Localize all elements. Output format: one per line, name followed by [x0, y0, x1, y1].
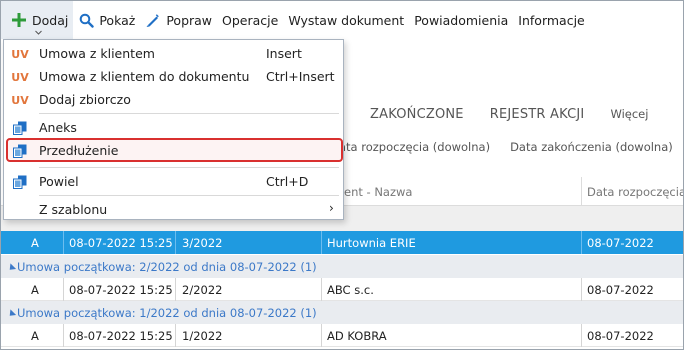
end-date-filter[interactable]: Data zakończenia (dowolna) — [510, 140, 673, 154]
status-cell: A — [31, 329, 39, 343]
menu-item-label: Aneks — [39, 120, 77, 135]
cell-divider — [63, 324, 64, 347]
menu-item-contract-to-document[interactable]: UV Umowa z klientem do dokumentu Ctrl+In… — [4, 65, 343, 88]
cell-divider — [63, 231, 64, 254]
toolbar: Dodaj Pokaż Popraw Operacje Wystaw dokum… — [1, 1, 683, 39]
client-cell: ABC s.c. — [327, 283, 374, 297]
tab-strip: ZAKOŃCZONE REJESTR AKCJI Więcej — [344, 99, 674, 129]
operations-menu-label: Operacje — [222, 12, 279, 28]
group-text: Umowa początkowa: 1/2022 od dnia 08-07-2… — [17, 306, 317, 320]
menu-item-shortcut: Ctrl+D — [266, 174, 309, 189]
start-date-cell: 08-07-2022 — [587, 283, 654, 297]
uv-icon: UV — [11, 70, 29, 84]
tab-more[interactable]: Więcej — [610, 107, 648, 121]
number-cell: 3/2022 — [182, 236, 223, 250]
menu-item-add-bulk[interactable]: UV Dodaj zbiorczo — [4, 88, 343, 111]
menu-item-label: Umowa z klientem do dokumentu — [39, 69, 250, 84]
menu-item-from-template[interactable]: Z szablonu › — [4, 198, 343, 221]
start-date-cell: 08-07-2022 — [587, 329, 654, 343]
cell-divider — [63, 278, 64, 301]
collapse-triangle-icon[interactable] — [6, 263, 17, 273]
group-text: Umowa początkowa: 2/2022 od dnia 08-07-2… — [17, 260, 317, 274]
table-row[interactable]: A 08-07-2022 15:25 1/2022 AD KOBRA 08-07… — [1, 324, 683, 347]
start-date-cell: 08-07-2022 — [587, 236, 654, 250]
add-dropdown-menu: UV Umowa z klientem Insert UV Umowa z kl… — [3, 39, 344, 220]
menu-separator — [39, 195, 339, 196]
cell-divider — [581, 278, 582, 301]
app-window: Dodaj Pokaż Popraw Operacje Wystaw dokum… — [0, 0, 684, 350]
menu-item-duplicate[interactable]: Powiel Ctrl+D — [4, 170, 343, 193]
menu-item-shortcut: Ctrl+Insert — [266, 69, 335, 84]
information-menu[interactable]: Informacje — [513, 1, 589, 39]
search-icon — [78, 12, 94, 28]
operations-menu[interactable]: Operacje — [217, 1, 283, 39]
add-button-label: Dodaj — [32, 12, 69, 28]
number-cell: 2/2022 — [182, 283, 223, 297]
notifications-menu[interactable]: Powiadomienia — [409, 1, 513, 39]
document-copy-icon — [12, 174, 28, 190]
date-cell: 08-07-2022 15:25 — [69, 236, 173, 250]
pencil-icon — [145, 12, 161, 28]
filter-bar: ata rozpoczęcia (dowolna) Data zakończen… — [331, 129, 683, 165]
start-date-filter[interactable]: ata rozpoczęcia (dowolna) — [339, 140, 490, 154]
add-button[interactable]: Dodaj — [1, 1, 74, 39]
show-button-label: Pokaż — [99, 12, 136, 28]
uv-icon: UV — [11, 93, 29, 107]
plus-icon — [11, 12, 27, 28]
column-header-start-date[interactable]: Data rozpoczęcia — [587, 185, 683, 199]
table-row[interactable]: A 08-07-2022 15:25 2/2022 ABC s.c. 08-07… — [1, 278, 683, 301]
uv-icon: UV — [11, 47, 29, 61]
cell-divider — [321, 231, 322, 254]
group-row[interactable]: Umowa początkowa: 1/2022 od dnia 08-07-2… — [1, 301, 683, 324]
menu-item-shortcut: Insert — [266, 46, 302, 61]
document-copy-icon — [12, 120, 28, 136]
tab-action-register[interactable]: REJESTR AKCJI — [490, 107, 585, 122]
client-cell: Hurtownia ERIE — [327, 236, 416, 250]
status-cell: A — [31, 236, 39, 250]
chevron-down-icon — [35, 30, 42, 35]
menu-item-label: Przedłużenie — [39, 143, 119, 158]
menu-separator — [39, 113, 339, 114]
collapse-triangle-icon[interactable] — [6, 309, 17, 319]
menu-separator — [39, 167, 339, 168]
cell-divider — [581, 324, 582, 347]
notifications-menu-label: Powiadomienia — [414, 12, 509, 28]
menu-item-label: Powiel — [39, 174, 79, 189]
show-button[interactable]: Pokaż — [73, 1, 140, 39]
group-label: Umowa początkowa: 2/2022 od dnia 08-07-2… — [6, 260, 317, 274]
cell-divider — [175, 231, 176, 254]
menu-item-annex[interactable]: Aneks — [4, 116, 343, 139]
menu-item-extension[interactable]: Przedłużenie — [4, 139, 343, 162]
number-cell: 1/2022 — [182, 329, 223, 343]
table-row[interactable]: A 08-07-2022 15:25 3/2022 Hurtownia ERIE… — [1, 231, 683, 254]
issue-document-menu-label: Wystaw dokument — [288, 12, 405, 28]
information-menu-label: Informacje — [518, 12, 585, 28]
edit-button[interactable]: Popraw — [140, 1, 217, 39]
tab-completed[interactable]: ZAKOŃCZONE — [370, 107, 464, 122]
group-label: Umowa początkowa: 1/2022 od dnia 08-07-2… — [6, 306, 317, 320]
date-cell: 08-07-2022 15:25 — [69, 283, 173, 297]
chevron-right-icon: › — [329, 201, 334, 215]
column-divider — [581, 177, 582, 206]
menu-item-contract-with-client[interactable]: UV Umowa z klientem Insert — [4, 42, 343, 65]
group-row[interactable]: Umowa początkowa: 2/2022 od dnia 08-07-2… — [1, 255, 683, 278]
issue-document-menu[interactable]: Wystaw dokument — [283, 1, 409, 39]
menu-item-label: Umowa z klientem — [39, 46, 155, 61]
menu-item-label: Z szablonu — [39, 202, 108, 217]
date-cell: 08-07-2022 15:25 — [69, 329, 173, 343]
cell-divider — [175, 278, 176, 301]
status-cell: A — [31, 283, 39, 297]
client-cell: AD KOBRA — [327, 329, 387, 343]
column-header-client-name[interactable]: ent - Nazwa — [344, 185, 412, 199]
cell-divider — [175, 324, 176, 347]
document-copy-icon — [12, 143, 28, 159]
cell-divider — [321, 278, 322, 301]
cell-divider — [321, 324, 322, 347]
edit-button-label: Popraw — [166, 12, 213, 28]
menu-item-label: Dodaj zbiorczo — [39, 92, 131, 107]
cell-divider — [581, 231, 582, 254]
